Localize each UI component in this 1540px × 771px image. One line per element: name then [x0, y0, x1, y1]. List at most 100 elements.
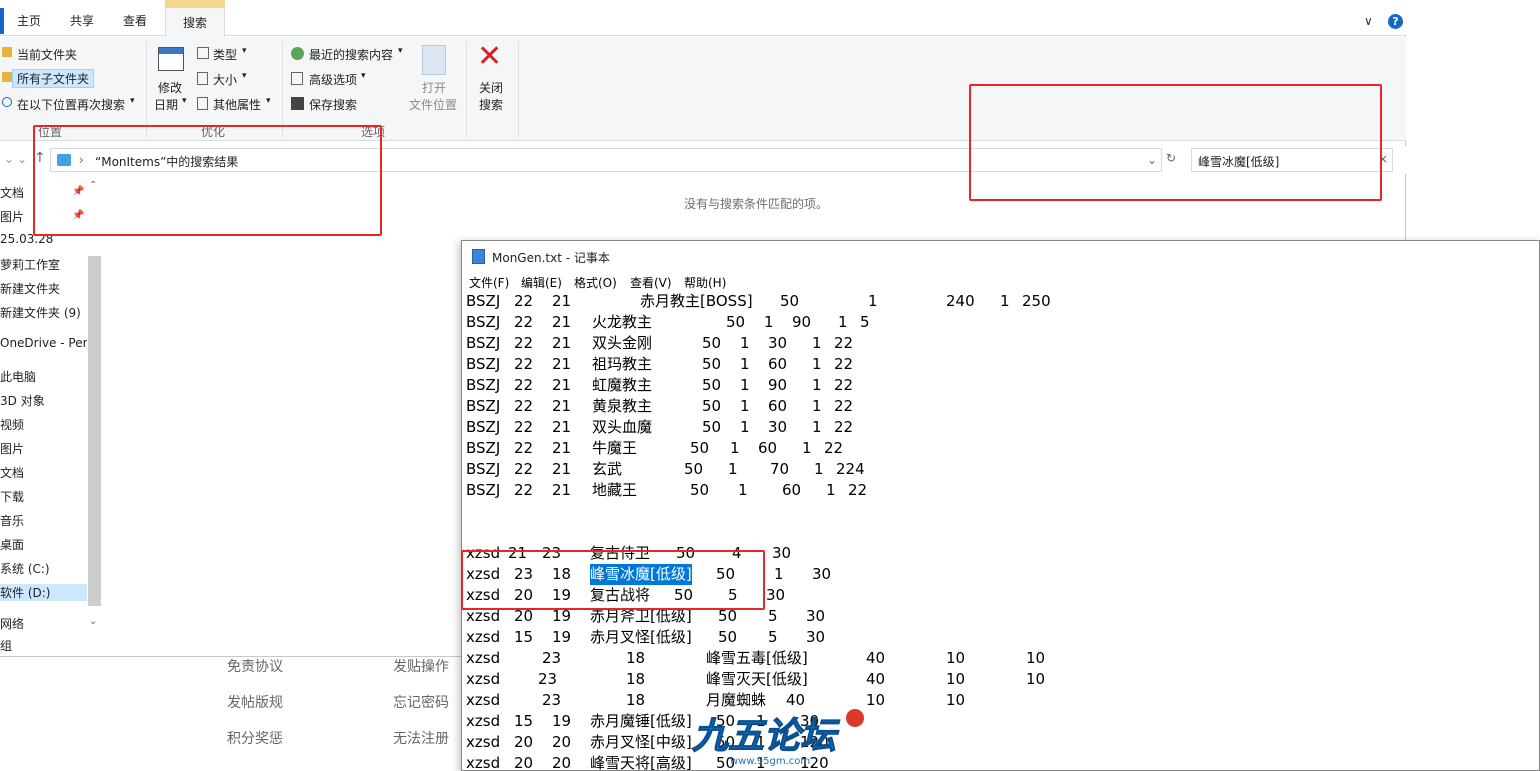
text-cell: BSZJ	[466, 481, 501, 499]
tab-share[interactable]: 共享	[70, 12, 94, 29]
nav-item[interactable]: 图片	[0, 208, 24, 225]
text-cell: xzsd	[466, 628, 501, 646]
text-cell: 21	[552, 355, 572, 373]
text-cell: BSZJ	[466, 313, 501, 331]
save-search-button[interactable]: 保存搜索	[309, 96, 357, 113]
text-cell: 5	[860, 313, 870, 331]
nav-item[interactable]: 此电脑	[0, 368, 36, 385]
nav-item[interactable]: 萝莉工作室	[0, 256, 60, 273]
text-cell: 21	[552, 460, 572, 478]
nav-item[interactable]: 新建文件夹 (9)	[0, 304, 81, 321]
nav-item[interactable]: 图片	[0, 440, 24, 457]
menu-format[interactable]: 格式(O)	[574, 274, 617, 291]
nav-item[interactable]: 视频	[0, 416, 24, 433]
size-dropdown[interactable]: 大小	[213, 71, 237, 88]
web-link[interactable]: 无法注册	[393, 728, 449, 748]
type-icon	[197, 47, 209, 59]
text-cell: 22	[514, 313, 534, 331]
menu-view[interactable]: 查看(V)	[630, 274, 672, 291]
nav-item[interactable]: 文档	[0, 464, 24, 481]
ribbon-divider	[518, 41, 519, 137]
web-link[interactable]: 免责协议	[227, 656, 283, 676]
text-area[interactable]: BSZJ 22 21 赤月教主[BOSS] 50 1 240 1 250 BSZJ 22 21 火龙教主…	[462, 291, 1539, 771]
text-cell: 1	[774, 565, 784, 583]
web-link[interactable]: 发帖版规	[227, 692, 283, 712]
nav-item[interactable]: OneDrive - Perso	[0, 336, 87, 350]
chevron-down-icon[interactable]: ⌄	[4, 152, 14, 166]
text-cell: 60	[758, 439, 778, 457]
collapse-ribbon-icon[interactable]: ∨	[1364, 14, 1373, 28]
text-cell: 虹魔教主	[592, 376, 653, 394]
calendar-icon	[158, 47, 184, 71]
chevron-down-icon: ▾	[266, 96, 271, 106]
text-cell: 20	[514, 754, 534, 771]
text-cell: 19	[552, 712, 572, 730]
menu-help[interactable]: 帮助(H)	[684, 274, 726, 291]
text-cell: 1	[812, 397, 822, 415]
nav-item[interactable]: 组	[0, 637, 12, 654]
chevron-down-icon: ▾	[361, 71, 366, 81]
recent-searches-dropdown[interactable]: 最近的搜索内容	[309, 46, 393, 63]
web-link[interactable]: 发贴操作	[393, 656, 449, 676]
nav-item[interactable]: 新建文件夹	[0, 280, 60, 297]
chevron-down-icon: ▾	[242, 46, 247, 56]
text-cell: 22	[834, 334, 854, 352]
text-cell: BSZJ	[466, 439, 501, 457]
web-link[interactable]: 积分奖惩	[227, 728, 283, 748]
subfolders-icon	[2, 72, 12, 82]
tab-view[interactable]: 查看	[123, 12, 147, 29]
ribbon-divider	[282, 41, 283, 137]
text-cell: 50	[718, 628, 738, 646]
close-search-label-1[interactable]: 关闭	[479, 79, 503, 96]
type-dropdown[interactable]: 类型	[213, 46, 237, 63]
text-cell: 5	[768, 628, 778, 646]
text-cell: 1	[730, 439, 740, 457]
web-link[interactable]: 忘记密码	[393, 692, 449, 712]
open-file-location-label-1[interactable]: 打开	[422, 79, 446, 96]
scroll-thumb[interactable]	[88, 256, 101, 606]
text-cell: 21	[552, 439, 572, 457]
text-cell: 30	[772, 544, 792, 562]
scroll-down-icon[interactable]: ⌄	[89, 616, 97, 627]
help-icon[interactable]: ?	[1388, 14, 1403, 29]
advanced-options-dropdown[interactable]: 高级选项	[309, 71, 357, 88]
search-again-in-dropdown[interactable]: 在以下位置再次搜索	[17, 96, 125, 113]
text-cell: 21	[552, 334, 572, 352]
nav-item[interactable]: 桌面	[0, 536, 24, 553]
recent-searches-icon	[291, 47, 304, 60]
file-tab[interactable]	[0, 8, 4, 34]
chevron-down-icon: ▾	[130, 96, 135, 106]
text-cell: 19	[552, 628, 572, 646]
text-cell: 70	[770, 460, 790, 478]
nav-item[interactable]: 网络	[0, 615, 24, 632]
nav-item[interactable]: 软件 (D:)	[0, 584, 87, 601]
tab-home[interactable]: 主页	[17, 12, 41, 29]
text-cell: BSZJ	[466, 418, 501, 436]
open-file-location-label-2[interactable]: 文件位置	[409, 96, 457, 113]
text-cell: 1	[1000, 292, 1010, 310]
menu-edit[interactable]: 编辑(E)	[521, 274, 562, 291]
text-cell: 18	[626, 670, 646, 688]
text-cell: 30	[806, 628, 826, 646]
text-cell: 20	[552, 754, 572, 771]
text-cell: 60	[768, 397, 788, 415]
text-cell: 玄武	[592, 460, 623, 478]
nav-item[interactable]: 3D 对象	[0, 392, 45, 409]
nav-item[interactable]: 下载	[0, 488, 24, 505]
nav-item[interactable]: 系统 (C:)	[0, 560, 50, 577]
text-cell: 18	[626, 649, 646, 667]
nav-item[interactable]: 文档	[0, 184, 24, 201]
forum-watermark-logo: 九五论坛 www.95gm.com	[690, 706, 865, 768]
current-folder-button[interactable]: 当前文件夹	[17, 46, 77, 63]
date-modified-label-1[interactable]: 修改	[158, 79, 182, 96]
close-search-label-2[interactable]: 搜索	[479, 96, 503, 113]
all-subfolders-button[interactable]: 所有子文件夹	[12, 69, 95, 88]
date-modified-label-2[interactable]: 日期	[154, 96, 178, 113]
tab-search[interactable]: 搜索	[165, 7, 225, 37]
nav-item[interactable]: 音乐	[0, 512, 24, 529]
menu-file[interactable]: 文件(F)	[469, 274, 509, 291]
text-cell: 21	[552, 418, 572, 436]
text-cell: 赤月魔锤[低级]	[590, 712, 692, 730]
dropdown-arrow-icon[interactable]: ⌄	[17, 152, 27, 166]
other-properties-dropdown[interactable]: 其他属性	[213, 96, 261, 113]
